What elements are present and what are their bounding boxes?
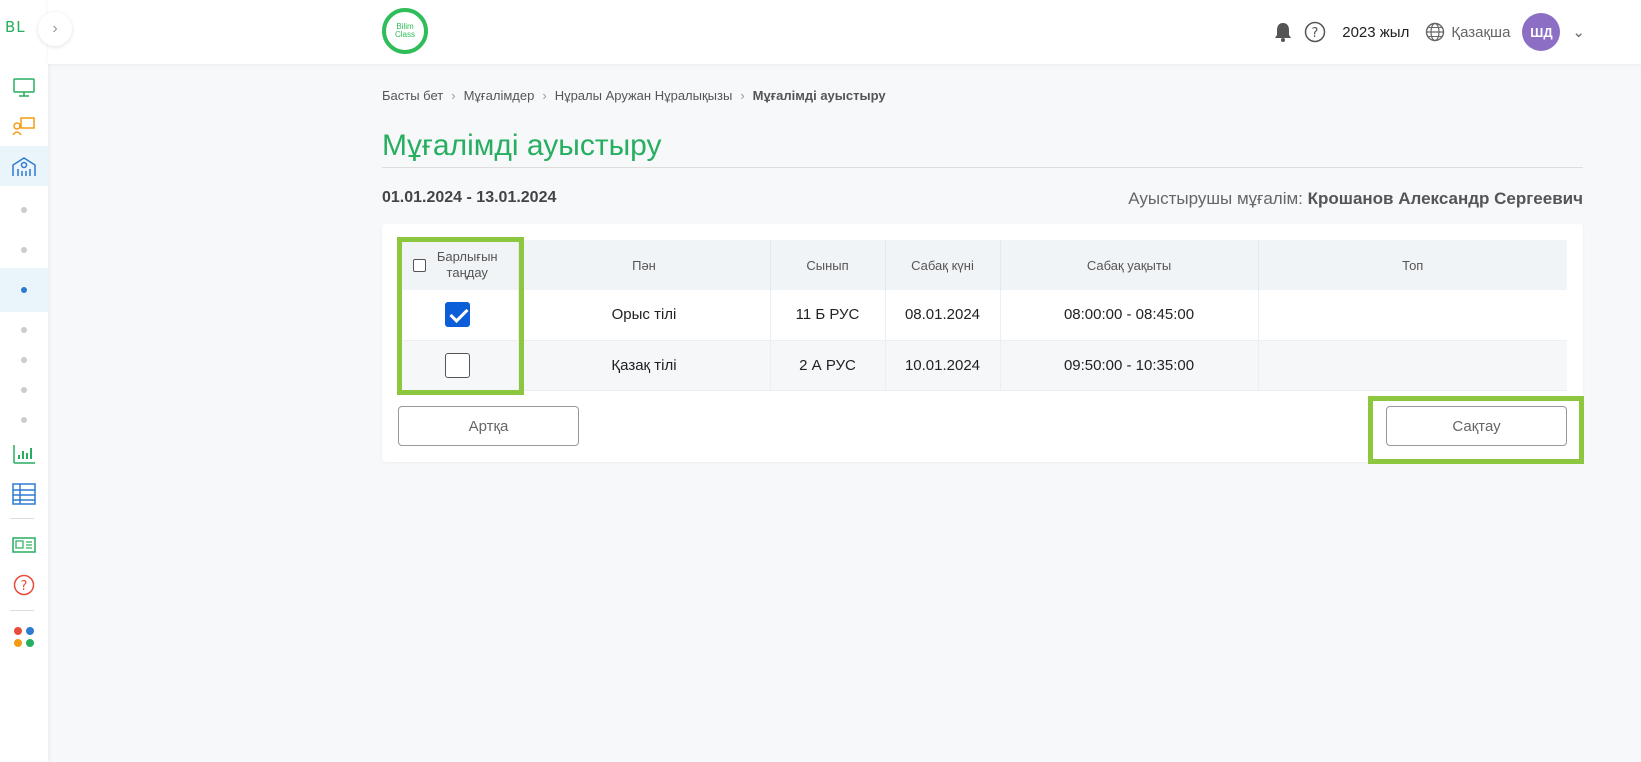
column-lesson-date: Сабақ күні: [885, 240, 1001, 290]
dot-icon: [21, 287, 27, 293]
chevron-right-icon: ›: [542, 88, 547, 103]
table-row: Орыс тілі 11 Б РУС 08.01.2024 08:00:00 -…: [398, 290, 1567, 341]
sidebar-subitem-1[interactable]: [0, 202, 48, 218]
dot-icon: [21, 247, 27, 253]
top-header: Bilim Class ? 2023 жыл Қазақша ШД ⌄: [48, 0, 1641, 64]
globe-icon: [1426, 22, 1445, 42]
column-lesson-time: Сабақ уақыты: [1000, 240, 1259, 290]
sidebar-item-reports[interactable]: [0, 440, 48, 468]
sidebar: BL › ?: [0, 0, 72, 762]
sidebar-toggle-button[interactable]: ›: [38, 12, 72, 46]
sidebar-item-monitor[interactable]: [0, 72, 48, 104]
sidebar-subitem-5[interactable]: [0, 352, 48, 368]
apps-grid-icon: [14, 627, 34, 647]
sidebar-subitem-6[interactable]: [0, 382, 48, 398]
page-title: Мұғалімді ауыстыру: [382, 129, 662, 162]
help-circle-icon[interactable]: ?: [1304, 21, 1326, 43]
sidebar-subitem-7[interactable]: [0, 412, 48, 428]
save-button[interactable]: Сақтау: [1386, 406, 1567, 446]
dot-icon: [21, 357, 27, 363]
row-select-cell: [398, 290, 519, 341]
dot-icon: [21, 207, 27, 213]
breadcrumb-current: Мұғалімді ауыстыру: [752, 88, 886, 103]
bilimclass-logo[interactable]: Bilim Class: [382, 8, 428, 54]
sidebar-subitem-2[interactable]: [0, 242, 48, 258]
select-all-checkbox[interactable]: [413, 258, 427, 272]
table-row: Қазақ тілі 2 А РУС 10.01.2024 09:50:00 -…: [398, 340, 1567, 391]
help-icon: ?: [13, 574, 35, 596]
sidebar-divider: [10, 610, 34, 611]
avatar[interactable]: ШД: [1522, 13, 1561, 51]
time-cell: 09:50:00 - 10:35:00: [1000, 340, 1259, 391]
substitute-label: Ауыстырушы мұғалім:: [1128, 189, 1303, 208]
bar-chart-icon: [13, 445, 35, 464]
sidebar-divider: [10, 518, 34, 519]
sidebar-item-help[interactable]: ?: [0, 572, 48, 598]
language-label: Қазақша: [1451, 23, 1511, 41]
header-actions: ? 2023 жыл Қазақша ШД ⌄: [1274, 13, 1585, 51]
sidebar-item-apps[interactable]: [0, 624, 48, 650]
lessons-table: Барлығын таңдау Пән Сынып Сабақ күні Саб…: [398, 240, 1567, 391]
class-cell: 2 А РУС: [770, 340, 886, 391]
sidebar-item-table[interactable]: [0, 480, 48, 508]
svg-text:?: ?: [1312, 26, 1319, 41]
date-cell: 10.01.2024: [885, 340, 1001, 391]
row-select-cell: [398, 340, 519, 391]
sidebar-item-school[interactable]: [0, 146, 48, 186]
date-range: 01.01.2024 - 13.01.2024: [382, 189, 557, 206]
chevron-right-icon: ›: [451, 88, 456, 103]
back-button[interactable]: Артқа: [398, 406, 579, 446]
substitute-teacher: Ауыстырушы мұғалім: Крошанов Александр С…: [1128, 189, 1583, 209]
dot-icon: [21, 327, 27, 333]
row-checkbox[interactable]: [445, 352, 471, 378]
sidebar-logo[interactable]: BL: [5, 18, 26, 36]
language-selector[interactable]: Қазақша: [1425, 22, 1510, 42]
title-divider: [382, 167, 1583, 168]
teacher-board-icon: [12, 117, 35, 136]
breadcrumb: Басты бет › Мұғалімдер › Нұралы Аружан Н…: [382, 88, 886, 103]
subject-cell: Орыс тілі: [518, 290, 771, 341]
bell-icon[interactable]: [1274, 22, 1292, 42]
date-cell: 08.01.2024: [885, 290, 1001, 341]
lessons-card: Барлығын таңдау Пән Сынып Сабақ күні Саб…: [382, 224, 1583, 462]
table-icon: [12, 483, 36, 505]
time-cell: 08:00:00 - 08:45:00: [1000, 290, 1259, 341]
sidebar-subitem-3[interactable]: [0, 268, 48, 312]
sidebar-item-news[interactable]: [0, 532, 48, 558]
column-group: Топ: [1258, 240, 1567, 290]
breadcrumb-teachers[interactable]: Мұғалімдер: [464, 88, 535, 103]
column-select-all: Барлығын таңдау: [398, 240, 519, 290]
breadcrumb-home[interactable]: Басты бет: [382, 88, 443, 103]
chevron-right-icon: ›: [740, 88, 745, 103]
chevron-down-icon[interactable]: ⌄: [1572, 23, 1585, 41]
sidebar-item-teacher[interactable]: [0, 110, 48, 142]
class-cell: 11 Б РУС: [770, 290, 886, 341]
sidebar-subitem-4[interactable]: [0, 322, 48, 338]
group-cell: [1258, 340, 1567, 391]
column-class: Сынып: [770, 240, 886, 290]
select-all-label: Барлығын таңдау: [436, 249, 498, 280]
academic-year-selector[interactable]: 2023 жыл: [1342, 24, 1409, 41]
breadcrumb-teacher[interactable]: Нұралы Аружан Нұралықызы: [555, 88, 733, 103]
dot-icon: [21, 387, 27, 393]
subject-cell: Қазақ тілі: [518, 340, 771, 391]
news-card-icon: [12, 537, 36, 553]
monitor-icon: [13, 78, 35, 97]
group-cell: [1258, 290, 1567, 341]
column-subject: Пән: [518, 240, 771, 290]
row-checkbox-checked[interactable]: [445, 302, 471, 328]
svg-text:?: ?: [21, 579, 28, 594]
dot-icon: [21, 417, 27, 423]
school-building-icon: [12, 157, 36, 176]
chevron-right-icon: ›: [52, 20, 58, 37]
substitute-name: Крошанов Александр Сергеевич: [1307, 189, 1583, 208]
logo-text-line2: Class: [394, 30, 415, 39]
